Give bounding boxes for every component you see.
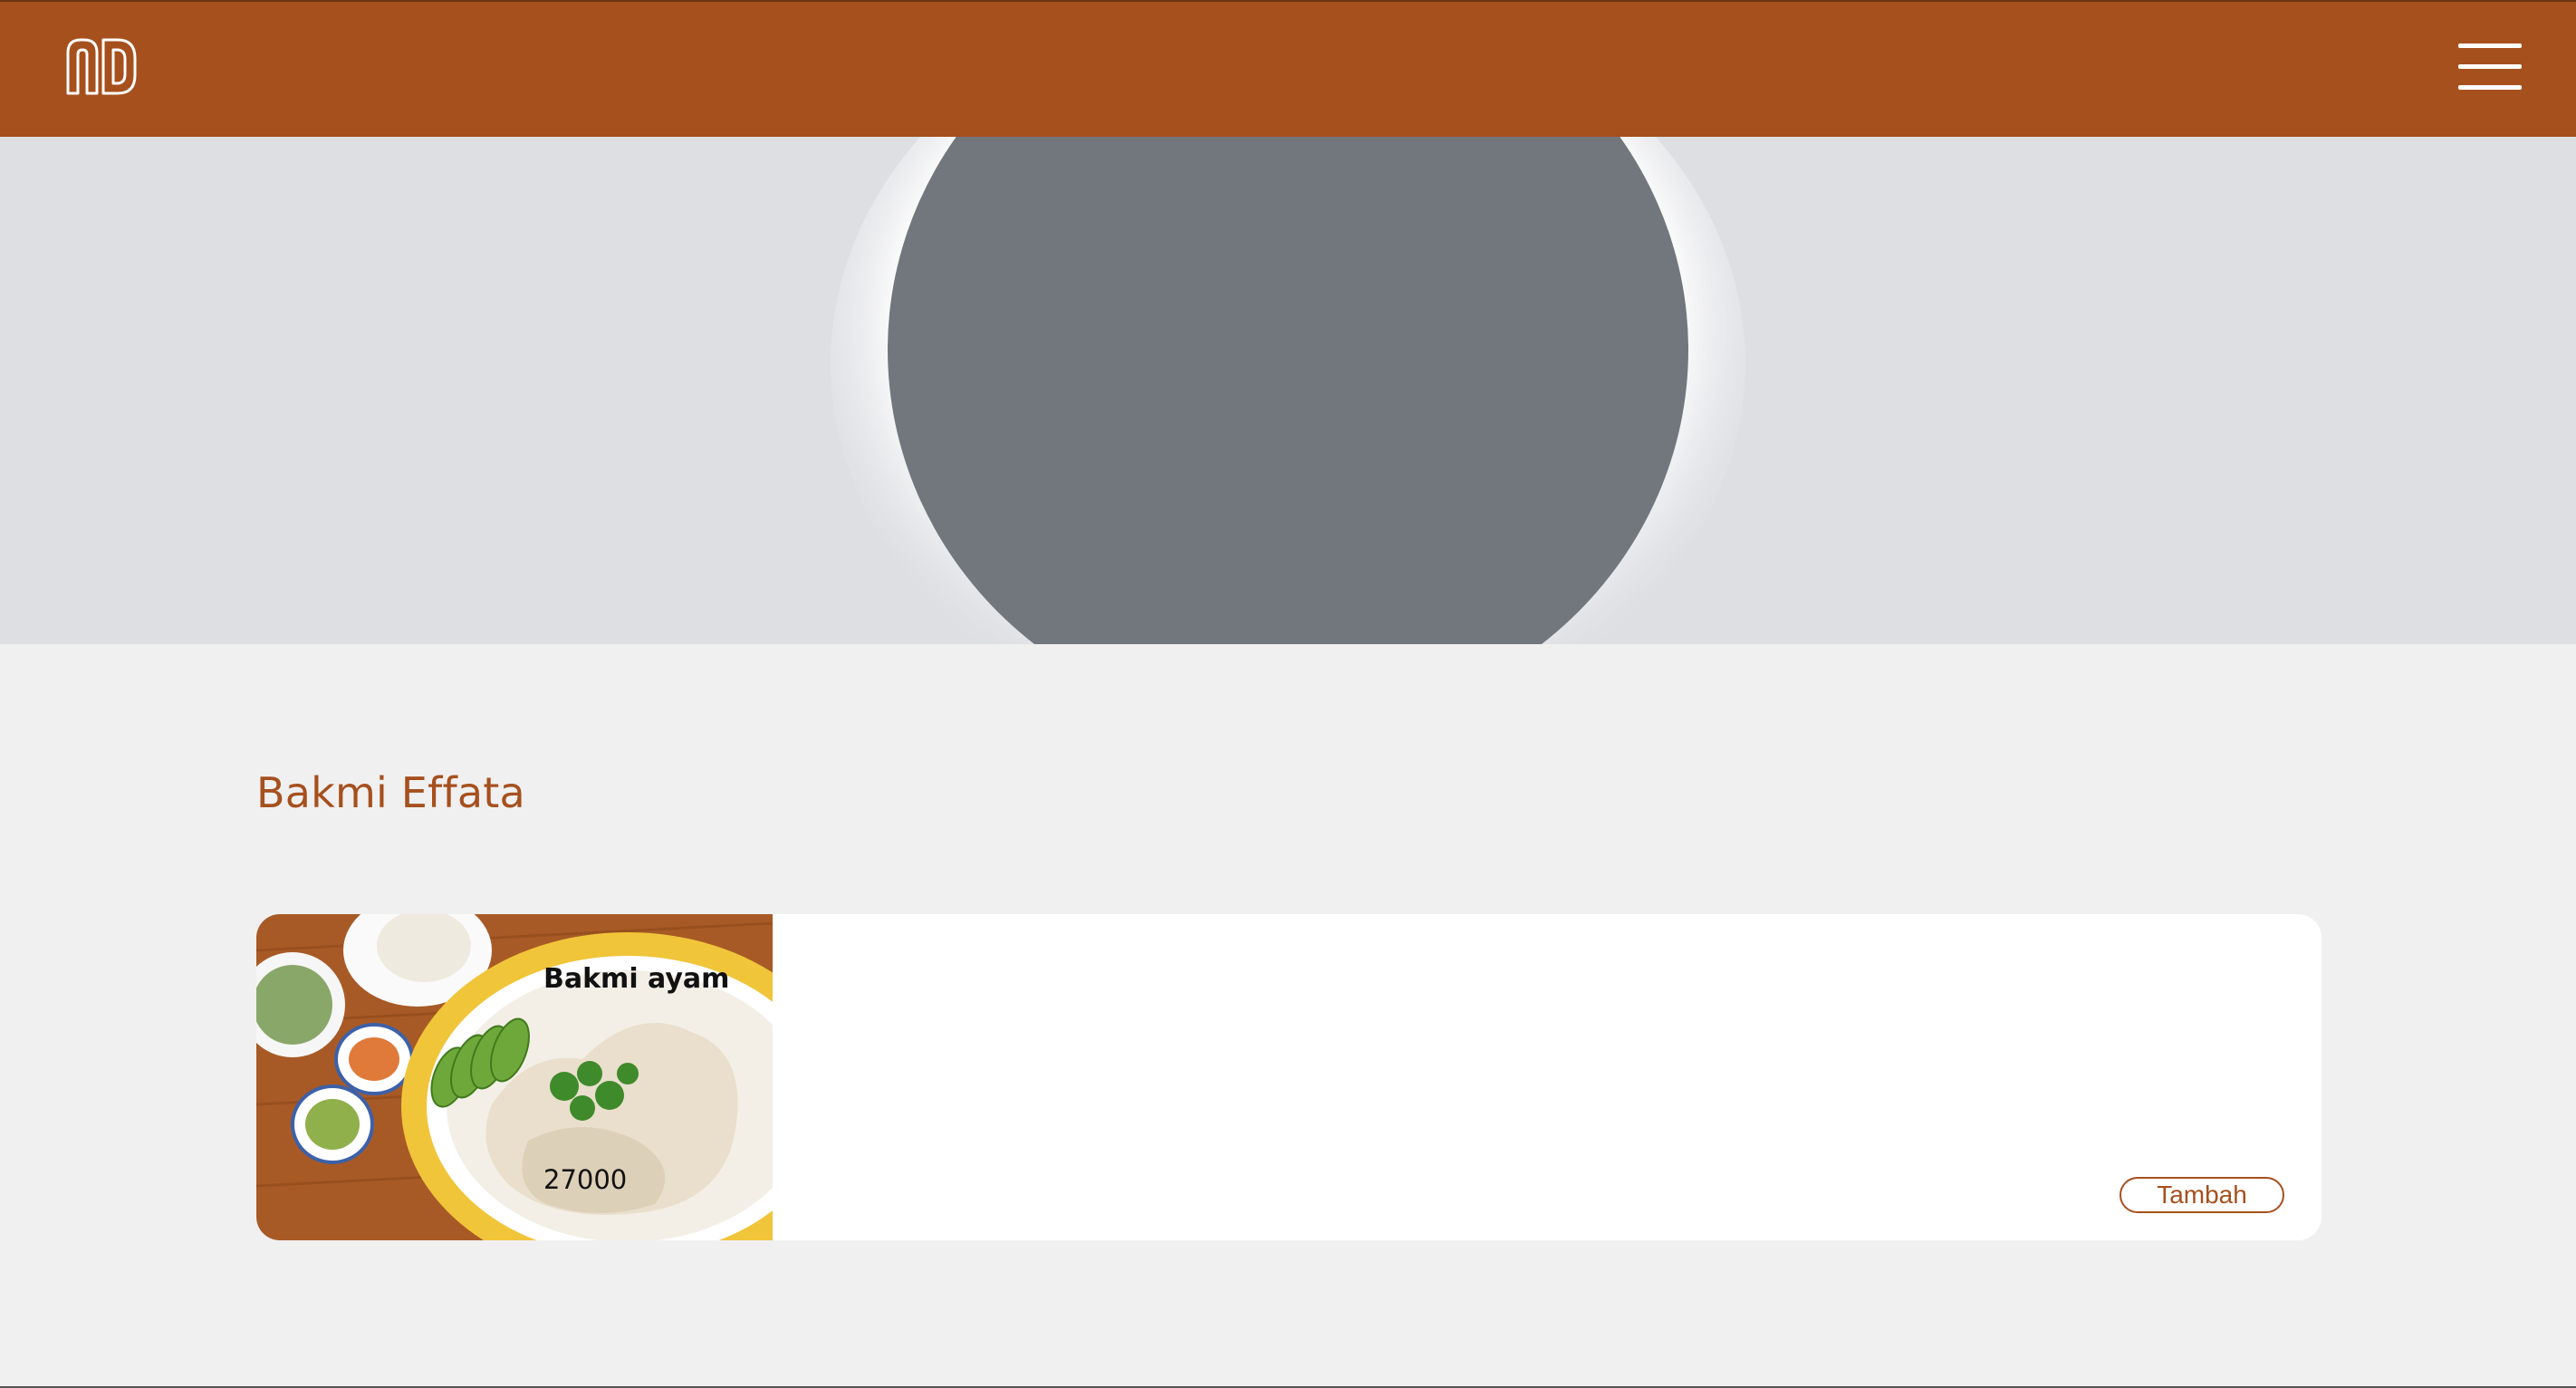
- restaurant-name: Bakmi Effata: [256, 768, 525, 817]
- menu-item-name: Bakmi ayam: [543, 963, 730, 995]
- placeholder-image: [831, 137, 1745, 644]
- nd-logo-icon[interactable]: [65, 36, 138, 96]
- menu-item-price: 27000: [543, 1164, 628, 1195]
- hamburger-menu-icon[interactable]: [2458, 43, 2522, 91]
- top-navigation-bar: [0, 0, 2576, 137]
- hero-banner: [0, 137, 2576, 644]
- add-to-cart-button[interactable]: Tambah: [2119, 1177, 2284, 1213]
- page: Bakmi Effata Bakmi ayam 27000 Tambah: [0, 0, 2576, 1388]
